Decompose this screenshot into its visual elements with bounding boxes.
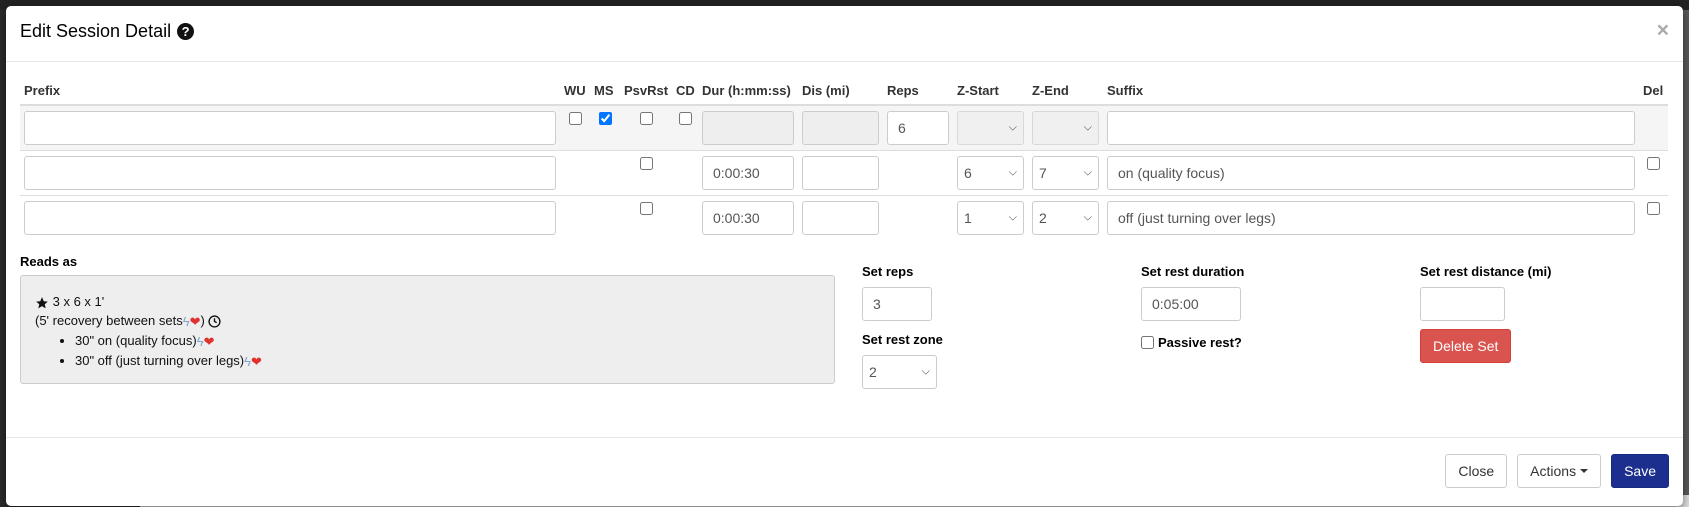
col-dur: Dur (h:mm:ss) bbox=[698, 77, 798, 106]
delete-row-checkbox[interactable] bbox=[1647, 157, 1660, 170]
set-reps-field: Set reps bbox=[862, 264, 932, 321]
modal-body: Prefix WU MS PsvRst CD Dur (h:mm:ss) Dis… bbox=[6, 62, 1683, 437]
col-wu: WU bbox=[560, 77, 590, 106]
modal-header: Edit Session Detail ? × bbox=[6, 6, 1683, 62]
close-button[interactable]: Close bbox=[1445, 454, 1508, 488]
col-prefix: Prefix bbox=[20, 77, 560, 106]
list-item: 30" on (quality focus)ϟ❤ bbox=[75, 331, 820, 351]
psvrst-checkbox[interactable] bbox=[639, 112, 653, 125]
prefix-input[interactable] bbox=[24, 156, 556, 190]
set-rest-distance-field: Set rest distance (mi) Delete Set bbox=[1420, 264, 1552, 363]
intervals-table: Prefix WU MS PsvRst CD Dur (h:mm:ss) Dis… bbox=[20, 77, 1668, 240]
suffix-input[interactable] bbox=[1107, 156, 1635, 190]
psvrst-checkbox[interactable] bbox=[639, 157, 653, 170]
delete-row-checkbox[interactable] bbox=[1647, 202, 1660, 215]
prefix-input[interactable] bbox=[24, 111, 556, 145]
bolt-icon: ϟ bbox=[196, 334, 204, 350]
actions-dropdown-button[interactable]: Actions bbox=[1517, 454, 1602, 488]
save-button[interactable]: Save bbox=[1611, 454, 1669, 488]
table-row: ⌵ ⌵ bbox=[20, 104, 1668, 151]
passive-rest-field: Passive rest? bbox=[1141, 335, 1242, 350]
set-rest-zone-field: Set rest zone 2 ⌵ bbox=[862, 332, 943, 389]
reads-as-recovery: (5' recovery between sets bbox=[35, 313, 183, 328]
psvrst-checkbox[interactable] bbox=[639, 202, 653, 215]
distance-input[interactable] bbox=[802, 156, 879, 190]
modal-title: Edit Session Detail ? bbox=[20, 21, 195, 43]
set-rest-zone-label: Set rest zone bbox=[862, 332, 943, 347]
col-ms: MS bbox=[590, 77, 620, 106]
delete-set-button[interactable]: Delete Set bbox=[1420, 329, 1512, 363]
set-rest-duration-field: Set rest duration bbox=[1141, 264, 1244, 321]
passive-rest-checkbox[interactable] bbox=[1141, 336, 1154, 349]
ms-checkbox[interactable] bbox=[598, 112, 612, 125]
passive-rest-label: Passive rest? bbox=[1141, 335, 1242, 350]
set-reps-label: Set reps bbox=[862, 264, 914, 279]
duration-input[interactable] bbox=[702, 201, 794, 235]
set-rest-duration-input[interactable] bbox=[1141, 287, 1241, 321]
reps-input[interactable] bbox=[887, 111, 949, 145]
reads-as-recovery-close: ) bbox=[200, 313, 205, 328]
col-suffix: Suffix bbox=[1103, 77, 1639, 106]
col-zend: Z-End bbox=[1028, 77, 1103, 106]
set-rest-duration-label: Set rest duration bbox=[1141, 264, 1245, 279]
list-item: 30" off (just turning over legs)ϟ❤ bbox=[75, 351, 820, 371]
bolt-icon: ϟ bbox=[244, 354, 252, 370]
zone-end-select[interactable]: 7 bbox=[1032, 156, 1099, 190]
reads-as-line1: 3 x 6 x 1' bbox=[35, 292, 820, 311]
passive-rest-text: Passive rest? bbox=[1158, 335, 1242, 350]
list-item-text: 30" off (just turning over legs) bbox=[75, 353, 245, 369]
caret-down-icon bbox=[1580, 469, 1589, 473]
prefix-input[interactable] bbox=[24, 201, 556, 235]
close-icon[interactable]: × bbox=[1657, 20, 1669, 41]
modal-footer: Close Actions Save bbox=[6, 437, 1683, 506]
col-cd: CD bbox=[672, 77, 698, 106]
suffix-input[interactable] bbox=[1107, 111, 1635, 145]
list-item-text: 30" on (quality focus) bbox=[75, 333, 197, 349]
col-reps: Reps bbox=[883, 77, 953, 106]
reads-as-summary: 3 x 6 x 1' bbox=[52, 294, 105, 309]
zone-start-select[interactable]: 1 bbox=[957, 201, 1024, 235]
duration-input[interactable] bbox=[702, 156, 794, 190]
wu-checkbox[interactable] bbox=[568, 112, 582, 125]
bolt-icon: ϟ bbox=[182, 314, 190, 330]
set-settings: Reads as 3 x 6 x 1' (5' recovery between… bbox=[20, 254, 1669, 389]
col-zstart: Z-Start bbox=[953, 77, 1028, 106]
edit-session-modal: Edit Session Detail ? × Prefix WU MS Psv… bbox=[6, 6, 1683, 506]
distance-input[interactable] bbox=[802, 201, 879, 235]
distance-input bbox=[802, 111, 879, 145]
actions-label: Actions bbox=[1530, 463, 1577, 479]
clock-icon bbox=[208, 315, 222, 328]
zone-end-select[interactable]: 2 bbox=[1032, 201, 1099, 235]
reads-as-line2: (5' recovery between setsϟ❤) bbox=[35, 311, 820, 331]
col-del: Del bbox=[1639, 77, 1668, 106]
table-row: 1⌵ 2⌵ bbox=[20, 195, 1668, 240]
suffix-input[interactable] bbox=[1107, 201, 1635, 235]
table-header-row: Prefix WU MS PsvRst CD Dur (h:mm:ss) Dis… bbox=[20, 77, 1668, 106]
zone-end-select bbox=[1032, 111, 1099, 145]
modal-title-text: Edit Session Detail bbox=[20, 21, 172, 41]
set-reps-input[interactable] bbox=[862, 287, 932, 321]
set-rest-distance-label: Set rest distance (mi) bbox=[1420, 264, 1552, 279]
col-dis: Dis (mi) bbox=[798, 77, 883, 106]
zone-start-select[interactable]: 6 bbox=[957, 156, 1024, 190]
star-icon bbox=[36, 296, 48, 308]
reads-as-list: 30" on (quality focus)ϟ❤ 30" off (just t… bbox=[35, 331, 820, 371]
heart-icon: ❤ bbox=[189, 314, 201, 330]
set-rest-zone-select[interactable]: 2 bbox=[862, 355, 937, 389]
heart-icon: ❤ bbox=[251, 354, 262, 370]
zone-start-select bbox=[957, 111, 1024, 145]
cd-checkbox[interactable] bbox=[678, 112, 692, 125]
reads-as-preview: 3 x 6 x 1' (5' recovery between setsϟ❤) … bbox=[20, 275, 835, 384]
heart-icon: ❤ bbox=[203, 334, 215, 350]
question-circle-icon[interactable]: ? bbox=[177, 23, 195, 41]
set-rest-distance-input[interactable] bbox=[1420, 287, 1505, 321]
col-psvrst: PsvRst bbox=[620, 77, 672, 106]
table-row: 6⌵ 7⌵ bbox=[20, 150, 1668, 196]
duration-input bbox=[702, 111, 794, 145]
